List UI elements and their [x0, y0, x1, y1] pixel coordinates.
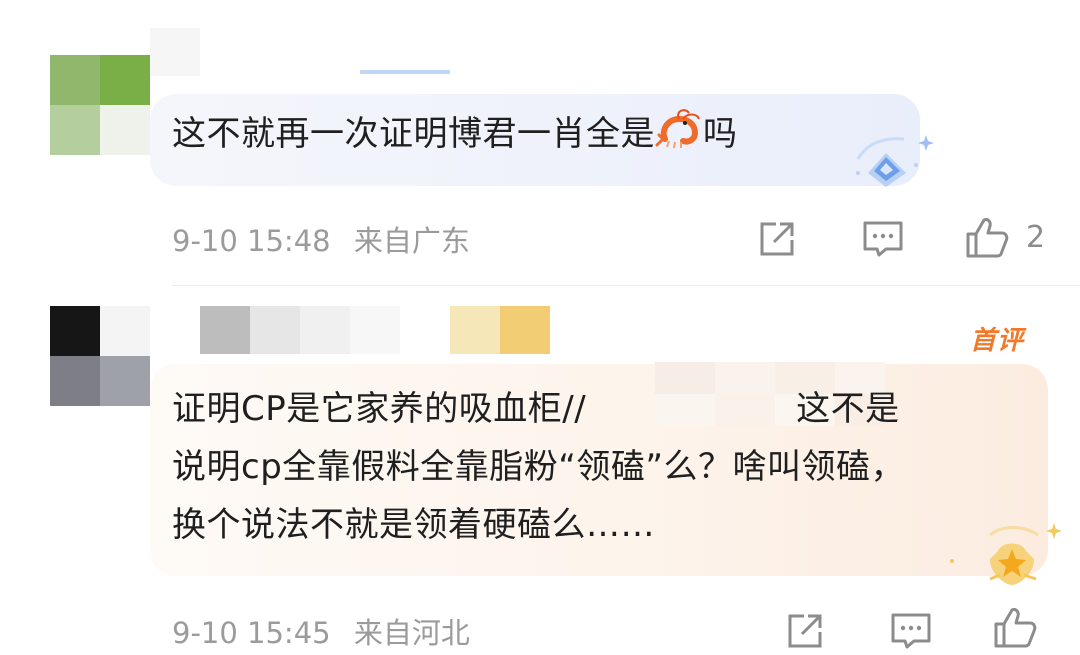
comment-icon [863, 221, 903, 257]
share-button[interactable] [758, 220, 798, 258]
thumbs-up-icon [994, 608, 1037, 648]
comment-meta: 9-10 15:48 来自广东 [172, 218, 470, 260]
username-mosaic[interactable] [150, 28, 450, 76]
like-button[interactable] [992, 606, 1038, 650]
like-button[interactable] [964, 216, 1010, 260]
username-mosaic[interactable] [150, 306, 550, 354]
share-icon [788, 614, 822, 648]
avatar[interactable] [50, 306, 150, 406]
comment-text[interactable]: 这不就再一次证明博君一肖全是 吗 [172, 105, 892, 163]
reply-button[interactable] [890, 612, 932, 650]
thumbs-up-icon [966, 218, 1009, 258]
like-count: 2 [1026, 220, 1046, 255]
shrimp-emoji [655, 109, 700, 149]
comment-time: 9-10 15:45 [172, 616, 331, 650]
comment-line: 说明cp全靠假料全靠脂粉“领磕”么？啥叫领磕， [172, 447, 906, 487]
blue-diamond-badge-icon [856, 135, 934, 187]
comment-text[interactable]: 证明CP是它家养的吸血柜//这不是 说明cp全靠假料全靠脂粉“领磕”么？啥叫领磕… [172, 380, 1017, 554]
share-icon [760, 222, 794, 256]
comment-item: 这不就再一次证明博君一肖全是 吗 9-10 15:48 来自广东 2 [0, 0, 1080, 290]
reply-button[interactable] [862, 220, 904, 258]
comment-icon [891, 613, 931, 649]
comment-location: 来自河北 [353, 616, 470, 650]
first-comment-tag: 首评 [970, 326, 1025, 356]
comment-meta: 9-10 15:45 来自河北 [172, 610, 470, 652]
gold-star-badge-icon [950, 523, 1062, 585]
comment-list: 这不就再一次证明博君一肖全是 吗 9-10 15:48 来自广东 2 首评 证明… [0, 0, 1080, 655]
comment-line: 证明CP是它家养的吸血柜//这不是 [172, 389, 900, 429]
avatar[interactable] [50, 55, 150, 155]
share-button[interactable] [786, 612, 826, 650]
comment-location: 来自广东 [353, 224, 470, 258]
comment-line: 换个说法不就是领着硬磕么…… [172, 505, 655, 545]
comment-time: 9-10 15:48 [172, 224, 331, 258]
divider [172, 285, 1080, 286]
